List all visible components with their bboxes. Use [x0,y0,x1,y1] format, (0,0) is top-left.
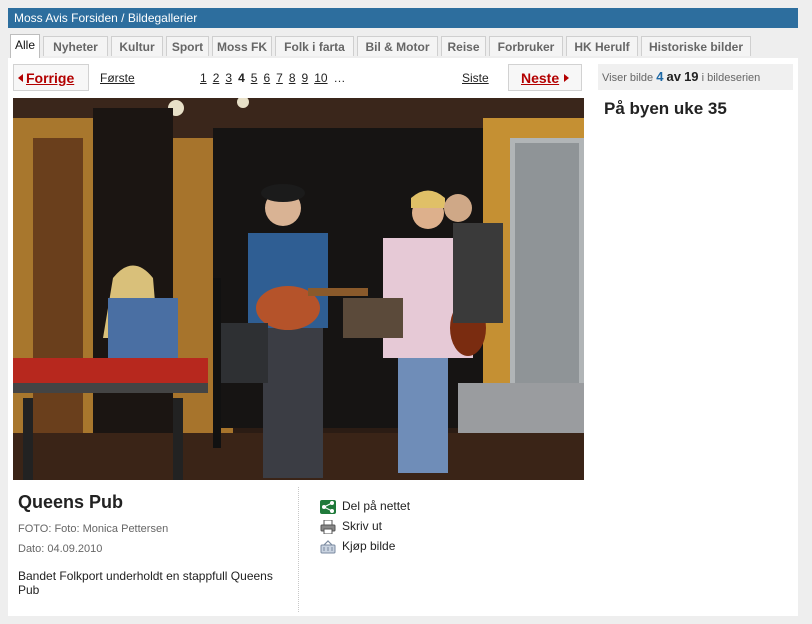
share-action[interactable]: Del på nettet [320,499,410,514]
tab-kultur[interactable]: Kultur [111,36,163,56]
buy-action[interactable]: Kjøp bilde [320,539,395,554]
share-label: Del på nettet [342,499,411,513]
page-link-5[interactable]: 5 [251,71,258,85]
tab-reise[interactable]: Reise [441,36,486,56]
tab-folk-i-farta[interactable]: Folk i farta [275,36,354,56]
page-link-6[interactable]: 6 [263,71,270,85]
category-tabs: Alle Nyheter Kultur Sport Moss FK Folk i… [8,34,798,59]
tab-nyheter[interactable]: Nyheter [43,36,108,56]
print-label: Skriv ut [342,519,383,533]
page-ellipsis: … [333,71,346,85]
photo-credit: FOTO: Foto: Monica Pettersen [18,523,169,535]
tab-moss-fk[interactable]: Moss FK [212,36,272,56]
first-link[interactable]: Første [100,71,135,85]
tab-historiske-bilder[interactable]: Historiske bilder [641,36,751,56]
image-counter: Viser bilde 4 av 19 i bildeserien [598,64,793,90]
counter-prefix: Viser bilde [602,72,654,84]
breadcrumb[interactable]: Moss Avis Forsiden / Bildegallerier [8,11,197,25]
print-action[interactable]: Skriv ut [320,519,383,535]
series-title: På byen uke 35 [604,99,727,118]
next-button[interactable]: Neste [508,64,582,91]
arrow-right-icon [564,74,570,82]
caption-divider [298,487,299,612]
buy-label: Kjøp bilde [342,539,396,553]
last-link[interactable]: Siste [462,71,489,85]
band-photo-image [13,98,584,480]
photo-description: Bandet Folkport underholdt en stappfull … [18,569,273,597]
page-link-7[interactable]: 7 [276,71,283,85]
gallery-photo[interactable] [13,98,584,480]
counter-total: 19 [684,69,699,84]
tab-alle[interactable]: Alle [10,34,40,59]
next-label: Neste [521,70,560,86]
counter-of: av [666,69,681,84]
photo-title: Queens Pub [18,492,124,512]
basket-icon [320,539,336,554]
counter-current: 4 [656,69,664,84]
photo-date: Dato: 04.09.2010 [18,543,103,555]
page-numbers: 1 2 3 4 5 6 7 8 9 10 … [200,71,352,85]
page-link-10[interactable]: 10 [314,71,327,85]
printer-icon [320,519,336,535]
page-link-3[interactable]: 3 [225,71,232,85]
breadcrumb-bar: Moss Avis Forsiden / Bildegallerier [8,8,798,28]
page-link-9[interactable]: 9 [302,71,309,85]
counter-suffix: i bildeserien [701,72,761,84]
page-current: 4 [238,71,245,85]
tab-forbruker[interactable]: Forbruker [489,36,563,56]
prev-label: Forrige [26,70,75,86]
prev-button[interactable]: Forrige [13,64,89,91]
pager: Forrige Første 1 2 3 4 5 6 7 8 9 10 … Siste Neste [13,64,585,92]
tab-bil-motor[interactable]: Bil & Motor [357,36,438,56]
share-icon [320,499,336,514]
page-link-2[interactable]: 2 [213,71,220,85]
page-link-1[interactable]: 1 [200,71,207,85]
arrow-left-icon [18,74,23,82]
page-link-8[interactable]: 8 [289,71,296,85]
tab-sport[interactable]: Sport [166,36,209,56]
page: Moss Avis Forsiden / Bildegallerier Alle… [0,0,812,624]
tab-hk-herulf[interactable]: HK Herulf [566,36,638,56]
